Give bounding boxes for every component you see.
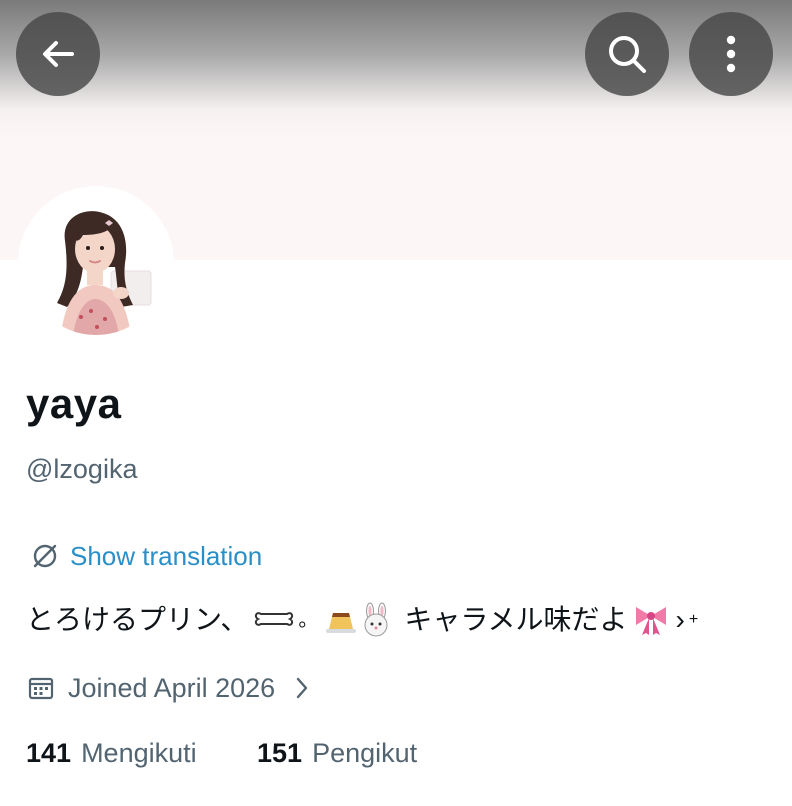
profile-page: yaya @lzogika Show translation とろけるプリン、 … bbox=[0, 0, 792, 806]
followers-count: 151 bbox=[257, 738, 303, 768]
pudding-icon bbox=[326, 613, 357, 633]
calendar-icon bbox=[28, 677, 54, 700]
bio-text-start: とろけるプリン、 bbox=[26, 604, 249, 635]
bio-text-mid: キャラメル味だよ bbox=[404, 604, 628, 635]
user-handle: @lzogika bbox=[26, 454, 138, 484]
show-translation-label[interactable]: Show translation bbox=[70, 538, 262, 574]
globe-slash-icon bbox=[33, 544, 57, 568]
followers-label: Pengikut bbox=[312, 738, 418, 768]
profile-bio: とろけるプリン、 。 キャラメル味だよ › + bbox=[26, 598, 698, 642]
back-button[interactable] bbox=[16, 12, 100, 96]
avatar-image bbox=[25, 193, 167, 335]
arrow-left-icon bbox=[43, 41, 74, 67]
followers-link[interactable]: 151 Pengikut bbox=[257, 733, 417, 773]
search-icon bbox=[609, 36, 646, 73]
avatar-container[interactable] bbox=[18, 186, 174, 342]
bio-small-dot: 。 bbox=[298, 609, 319, 631]
chevron-right-icon bbox=[296, 677, 308, 699]
following-link[interactable]: 141 Mengikuti bbox=[26, 733, 197, 773]
search-button[interactable] bbox=[585, 12, 669, 96]
bio-text-tail: › bbox=[675, 604, 685, 635]
more-options-button[interactable] bbox=[689, 12, 773, 96]
display-name: yaya bbox=[26, 380, 122, 427]
bone-icon bbox=[255, 612, 294, 626]
rabbit-icon bbox=[364, 602, 388, 637]
joined-label: Joined April 2026 bbox=[68, 673, 276, 703]
more-vertical-icon bbox=[726, 35, 736, 73]
following-label: Mengikuti bbox=[81, 738, 197, 768]
bio-text-plus: + bbox=[688, 611, 699, 628]
following-count: 141 bbox=[26, 738, 72, 768]
show-translation-link[interactable]: Show translation bbox=[30, 538, 262, 574]
ribbon-icon bbox=[635, 607, 666, 635]
avatar[interactable] bbox=[25, 193, 167, 335]
joined-date[interactable]: Joined April 2026 bbox=[28, 668, 309, 708]
